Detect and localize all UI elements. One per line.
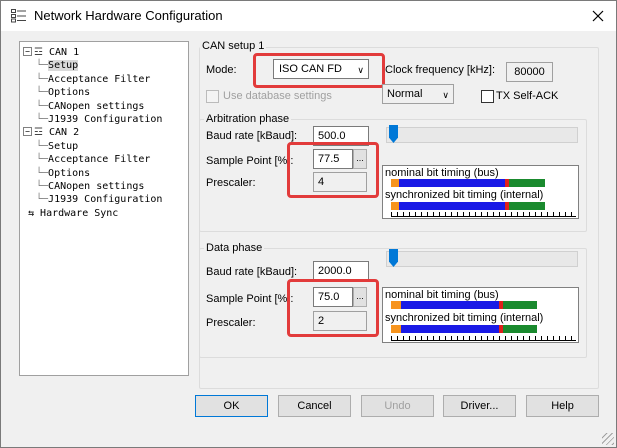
tree-item-10[interactable]: └─CANopen settings xyxy=(36,180,144,193)
clock-frequency-label: Clock frequency [kHz]: xyxy=(385,64,496,76)
tree-item-label: J1939 Configuration xyxy=(48,194,163,206)
tree-connector: └─ xyxy=(36,194,49,206)
dialog-window: Network Hardware Configuration − ☲ CAN 1 └… xyxy=(0,0,617,448)
tree-item-5[interactable]: └─J1939 Configuration xyxy=(36,113,162,126)
tree-connector: └─ xyxy=(36,73,49,85)
data-sync-label: synchronized bit timing (internal) xyxy=(385,312,544,324)
tree-connector: └─ xyxy=(36,60,49,72)
normal-select[interactable]: Normal ∨ xyxy=(382,84,454,104)
data-nominal-bar xyxy=(391,301,537,309)
close-button[interactable] xyxy=(581,4,615,28)
cancel-button[interactable]: Cancel xyxy=(278,395,351,417)
can-channel-icon: ☲ xyxy=(34,47,49,58)
data-prescaler-label: Prescaler: xyxy=(206,317,256,329)
arb-sample-label: Sample Point [%]: xyxy=(206,155,294,167)
tree-connector: └─ xyxy=(36,167,49,179)
ok-button[interactable]: OK xyxy=(195,395,268,417)
use-database-label: Use database settings xyxy=(223,90,332,102)
tree-connector: └─ xyxy=(36,100,49,112)
tree-connector: └─ xyxy=(36,140,49,152)
tree-item-label: Options xyxy=(48,167,91,179)
tree-item-label: Options xyxy=(48,87,91,99)
tree-connector: └─ xyxy=(36,114,49,125)
tree-item-label: CAN 2 xyxy=(49,127,80,139)
tree-item-6[interactable]: − ☲ CAN 2 xyxy=(23,126,79,139)
tree-item-label: J1939 Configuration xyxy=(48,114,163,125)
channel-tree[interactable]: − ☲ CAN 1 └─Setup └─Acceptance Filter └─Opti… xyxy=(19,41,189,376)
driver-button[interactable]: Driver... xyxy=(443,395,516,417)
mode-highlight xyxy=(253,53,385,88)
clock-frequency-field[interactable]: 80000 xyxy=(506,62,553,82)
tree-connector: └─ xyxy=(36,181,49,192)
resize-grip[interactable] xyxy=(602,433,614,445)
tree-connector: └─ xyxy=(36,87,49,99)
tree-item-11[interactable]: └─J1939 Configuration xyxy=(36,193,162,206)
tree-item-label: Setup xyxy=(48,140,79,152)
tree-item-0[interactable]: − ☲ CAN 1 xyxy=(23,46,79,59)
use-database-checkbox[interactable] xyxy=(206,90,219,103)
app-icon xyxy=(11,9,26,23)
tree-item-3[interactable]: └─Options xyxy=(36,86,90,99)
undo-button[interactable]: Undo xyxy=(361,395,434,417)
data-phase-label: Data phase xyxy=(204,242,265,254)
title-bar: Network Hardware Configuration xyxy=(1,1,616,31)
chevron-down-icon: ∨ xyxy=(442,90,449,100)
tree-item-1[interactable]: └─Setup xyxy=(36,59,79,72)
data-baud-field[interactable]: 2000.0 xyxy=(313,261,369,281)
data-sync-bar xyxy=(391,325,537,333)
tree-item-label: Acceptance Filter xyxy=(48,73,151,85)
window-title: Network Hardware Configuration xyxy=(34,8,223,23)
arb-baud-label: Baud rate [kBaud]: xyxy=(206,130,298,142)
arb-nominal-label: nominal bit timing (bus) xyxy=(385,167,499,179)
data-baud-label: Baud rate [kBaud]: xyxy=(206,266,298,278)
close-icon xyxy=(592,10,604,22)
data-sample-highlight xyxy=(287,279,379,337)
tree-item-4[interactable]: └─CANopen settings xyxy=(36,100,144,113)
arbitration-label: Arbitration phase xyxy=(204,113,292,125)
can-setup-label: CAN setup 1 xyxy=(200,40,267,52)
tree-item-label: Acceptance Filter xyxy=(48,154,151,166)
arb-sample-highlight xyxy=(287,142,379,198)
mode-label: Mode: xyxy=(206,64,237,76)
arb-nominal-bar xyxy=(391,179,545,187)
tree-item-label: CANopen settings xyxy=(48,100,145,112)
tree-item-7[interactable]: └─Setup xyxy=(36,140,78,153)
collapse-icon[interactable]: − xyxy=(23,127,32,137)
tx-self-ack-checkbox[interactable] xyxy=(481,90,494,103)
tree-item-label: Setup xyxy=(48,60,79,72)
tree-item-9[interactable]: └─Options xyxy=(36,167,90,180)
tree-item-label: CANopen settings xyxy=(48,181,145,192)
arb-baud-slider[interactable] xyxy=(386,127,578,143)
collapse-icon[interactable]: − xyxy=(23,47,32,56)
can-channel-icon: ☲ xyxy=(34,127,49,139)
arb-sync-bar xyxy=(391,202,545,210)
tree-item-12[interactable]: ⇆ Hardware Sync xyxy=(28,207,118,220)
data-time-scale xyxy=(391,335,576,341)
data-sample-label: Sample Point [%]: xyxy=(206,293,294,305)
tree-item-label: Hardware Sync xyxy=(40,207,119,219)
arb-sync-label: synchronized bit timing (internal) xyxy=(385,189,544,201)
data-timing-diagram: nominal bit timing (bus) synchronized bi… xyxy=(382,287,579,343)
arb-timing-diagram: nominal bit timing (bus) synchronized bi… xyxy=(382,165,579,219)
help-button[interactable]: Help xyxy=(526,395,599,417)
tree-item-2[interactable]: └─Acceptance Filter xyxy=(36,73,150,86)
tx-self-ack-label: TX Self-ACK xyxy=(496,90,559,102)
tree-connector: └─ xyxy=(36,154,49,166)
arb-time-scale xyxy=(391,211,576,217)
tree-item-label: CAN 1 xyxy=(49,47,80,58)
tree-item-8[interactable]: └─Acceptance Filter xyxy=(36,153,150,166)
arb-prescaler-label: Prescaler: xyxy=(206,177,256,189)
normal-value: Normal xyxy=(387,88,423,100)
sync-icon: ⇆ xyxy=(28,207,41,219)
data-baud-slider[interactable] xyxy=(386,251,578,267)
data-nominal-label: nominal bit timing (bus) xyxy=(385,289,499,301)
